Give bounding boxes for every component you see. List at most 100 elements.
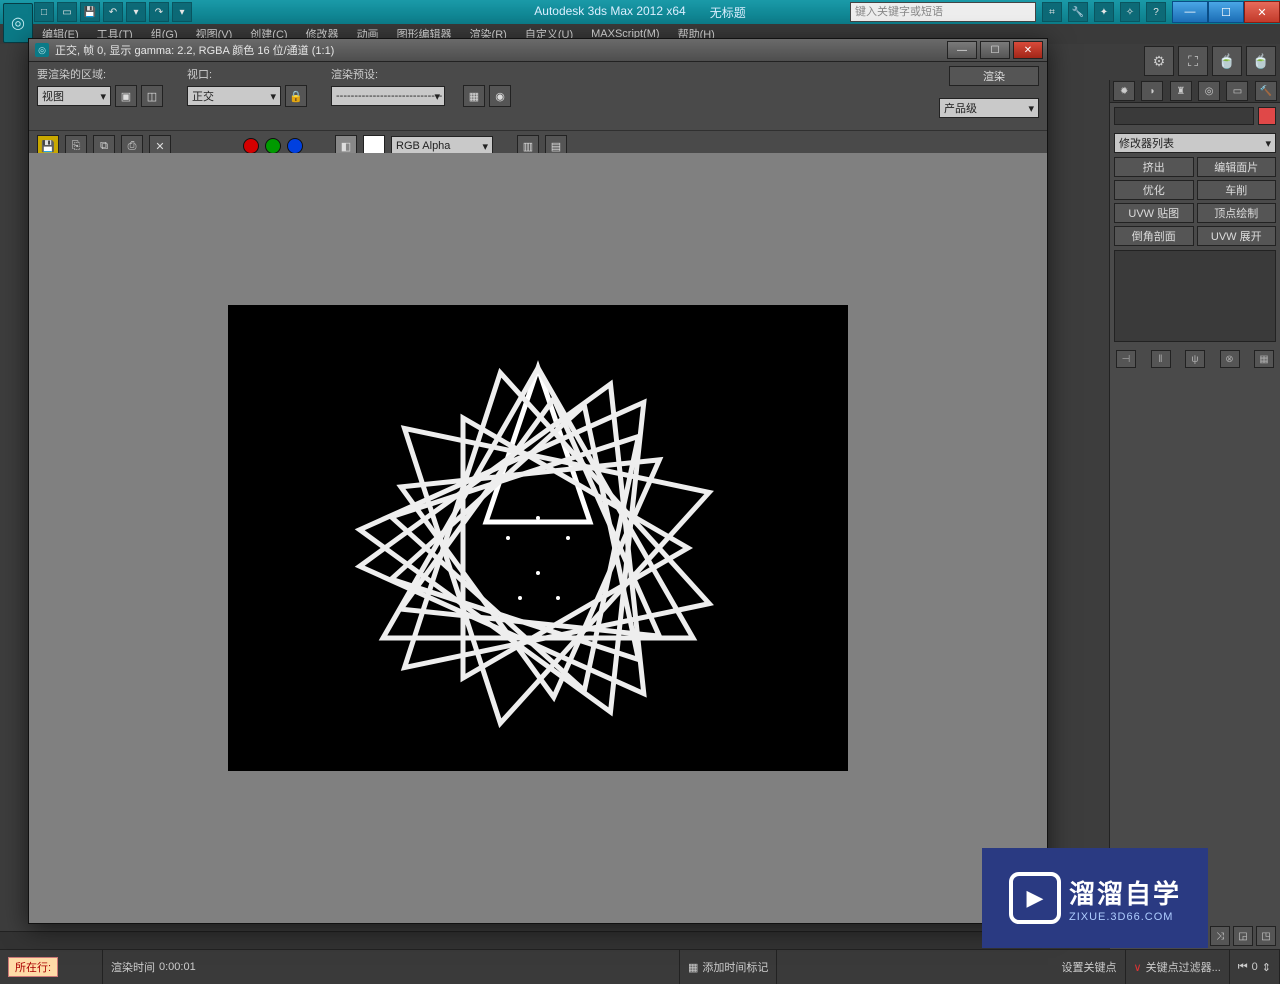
- rw-minimize-button[interactable]: —: [947, 41, 977, 59]
- tool3-icon[interactable]: ✦: [1094, 2, 1114, 22]
- object-name-input[interactable]: [1114, 107, 1254, 125]
- redo-icon[interactable]: ↷: [149, 2, 169, 22]
- help-icon[interactable]: ?: [1146, 2, 1166, 22]
- open-icon[interactable]: ▭: [57, 2, 77, 22]
- title-bar: □ ▭ 💾 ↶ ▾ ↷ ▾ Autodesk 3ds Max 2012 x64 …: [0, 0, 1280, 24]
- save-icon[interactable]: 💾: [80, 2, 100, 22]
- render-viewport[interactable]: [29, 153, 1047, 923]
- key-filter-button[interactable]: 关键点过滤器...: [1146, 959, 1221, 975]
- nav3-icon[interactable]: ◲: [1233, 926, 1253, 946]
- status-bar: 所在行: 渲染时间 0:00:01 ▦ 添加时间标记 设置关键点 ∨ 关键点过滤…: [0, 949, 1280, 984]
- add-marker-label[interactable]: 添加时间标记: [702, 959, 768, 975]
- render-button[interactable]: 渲染: [949, 66, 1039, 86]
- blue-channel-toggle[interactable]: [287, 138, 303, 154]
- render-window-icon: ◎: [35, 43, 49, 57]
- nav4-icon[interactable]: ◳: [1256, 926, 1276, 946]
- render-toolbar: 要渲染的区域: 视图 ▣ ◫ 视口: 正交 🔒 渲染预设: ----------…: [29, 62, 1047, 131]
- watermark-title: 溜溜自学: [1069, 874, 1181, 911]
- render-setup-icon[interactable]: ⚙: [1144, 46, 1174, 76]
- area-auto-icon[interactable]: ◫: [141, 85, 163, 107]
- new-icon[interactable]: □: [34, 2, 54, 22]
- mod-extrude-button[interactable]: 挤出: [1114, 157, 1194, 177]
- mod-lathe-button[interactable]: 车削: [1197, 180, 1277, 200]
- modify-tab-icon[interactable]: ◗: [1141, 81, 1163, 101]
- window-controls: — ☐ ✕: [1172, 1, 1280, 23]
- tool4-icon[interactable]: ✧: [1120, 2, 1140, 22]
- remove-mod-icon[interactable]: ⊗: [1220, 350, 1240, 368]
- redo-drop-icon[interactable]: ▾: [172, 2, 192, 22]
- area-label: 要渲染的区域:: [37, 66, 163, 82]
- utilities-tab-icon[interactable]: 🔨: [1255, 81, 1277, 101]
- play-start-icon[interactable]: ⏮: [1238, 961, 1248, 974]
- title-tool-icons: ⌗ 🔧 ✦ ✧ ?: [1042, 2, 1172, 22]
- key-mode-icon[interactable]: ∨: [1134, 961, 1142, 974]
- object-color-swatch[interactable]: [1258, 107, 1276, 125]
- tool2-icon[interactable]: 🔧: [1068, 2, 1088, 22]
- mod-bevelprofile-button[interactable]: 倒角剖面: [1114, 226, 1194, 246]
- pin-stack-icon[interactable]: ⊣: [1116, 350, 1136, 368]
- minimize-button[interactable]: —: [1172, 1, 1208, 23]
- mod-optimize-button[interactable]: 优化: [1114, 180, 1194, 200]
- unique-icon[interactable]: ψ: [1185, 350, 1205, 368]
- area-edit-icon[interactable]: ▣: [115, 85, 137, 107]
- create-tab-icon[interactable]: ✹: [1113, 81, 1135, 101]
- preset-label: 渲染预设:: [331, 66, 511, 82]
- undo-drop-icon[interactable]: ▾: [126, 2, 146, 22]
- area-dropdown[interactable]: 视图: [37, 86, 111, 106]
- close-button[interactable]: ✕: [1244, 1, 1280, 23]
- configure-icon[interactable]: ▦: [1254, 350, 1274, 368]
- teapot-icon[interactable]: 🍵: [1212, 46, 1242, 76]
- rendered-image: [228, 305, 848, 771]
- modifier-stack[interactable]: [1114, 250, 1276, 342]
- app-menu-button[interactable]: ◎: [3, 3, 33, 43]
- mod-uvwmap-button[interactable]: UVW 贴图: [1114, 203, 1194, 223]
- mod-unwrap-button[interactable]: UVW 展开: [1197, 226, 1277, 246]
- spinner-icon[interactable]: ⇕: [1262, 961, 1271, 974]
- maximize-button[interactable]: ☐: [1208, 1, 1244, 23]
- hierarchy-tab-icon[interactable]: ♜: [1170, 81, 1192, 101]
- viewport-label: 视口:: [187, 66, 307, 82]
- viewport-dropdown[interactable]: 正交: [187, 86, 281, 106]
- marker-icon[interactable]: ▦: [688, 961, 698, 974]
- selected-label: 所在行:: [8, 957, 58, 977]
- modifier-buttons: 挤出 编辑面片 优化 车削 UVW 贴图 顶点绘制 倒角剖面 UVW 展开: [1110, 157, 1280, 246]
- watermark: ▶ 溜溜自学 ZIXUE.3D66.COM: [982, 848, 1208, 948]
- play-icon: ▶: [1009, 872, 1061, 924]
- display-tab-icon[interactable]: ▭: [1226, 81, 1248, 101]
- render-frame-window: ◎ 正交, 帧 0, 显示 gamma: 2.2, RGBA 颜色 16 位/通…: [28, 38, 1048, 924]
- environment-icon[interactable]: ◉: [489, 85, 511, 107]
- mod-vertexpaint-button[interactable]: 顶点绘制: [1197, 203, 1277, 223]
- command-panel-tabs: ✹ ◗ ♜ ◎ ▭ 🔨: [1110, 80, 1280, 103]
- rw-close-button[interactable]: ✕: [1013, 41, 1043, 59]
- watermark-url: ZIXUE.3D66.COM: [1069, 911, 1173, 923]
- viewport-lock-icon[interactable]: 🔒: [285, 85, 307, 107]
- frame-value[interactable]: 0: [1252, 961, 1258, 973]
- nav2-icon[interactable]: ⤨: [1210, 926, 1230, 946]
- search-input[interactable]: 键入关键字或短语: [850, 2, 1036, 22]
- time-slider[interactable]: [0, 931, 1110, 950]
- mod-editpatch-button[interactable]: 编辑面片: [1197, 157, 1277, 177]
- set-key-button[interactable]: 设置关键点: [1062, 959, 1117, 975]
- render-frame-icon[interactable]: ⛶: [1178, 46, 1208, 76]
- render-time-label: 渲染时间: [111, 959, 155, 975]
- render-window-titlebar[interactable]: ◎ 正交, 帧 0, 显示 gamma: 2.2, RGBA 颜色 16 位/通…: [29, 39, 1047, 62]
- green-channel-toggle[interactable]: [265, 138, 281, 154]
- command-panel: ✹ ◗ ♜ ◎ ▭ 🔨 修改器列表 挤出 编辑面片 优化 车削 UVW 贴图 顶…: [1109, 80, 1280, 950]
- render-setup-icon2[interactable]: ▦: [463, 85, 485, 107]
- red-channel-toggle[interactable]: [243, 138, 259, 154]
- show-end-icon[interactable]: ‖: [1151, 350, 1171, 368]
- render-window-title: 正交, 帧 0, 显示 gamma: 2.2, RGBA 颜色 16 位/通道 …: [55, 42, 334, 58]
- stack-toolbar: ⊣ ‖ ψ ⊗ ▦: [1110, 346, 1280, 372]
- motion-tab-icon[interactable]: ◎: [1198, 81, 1220, 101]
- production-dropdown[interactable]: 产品级: [939, 98, 1039, 118]
- modifier-list-dropdown[interactable]: 修改器列表: [1114, 133, 1276, 153]
- preset-dropdown[interactable]: -----------------------------: [331, 86, 445, 106]
- doc-title: 无标题: [710, 4, 746, 21]
- title-text: Autodesk 3ds Max 2012 x64 无标题: [534, 4, 745, 21]
- app-title: Autodesk 3ds Max 2012 x64: [534, 4, 685, 21]
- rw-maximize-button[interactable]: ☐: [980, 41, 1010, 59]
- render-time-value: 0:00:01: [159, 961, 196, 973]
- tool1-icon[interactable]: ⌗: [1042, 2, 1062, 22]
- undo-icon[interactable]: ↶: [103, 2, 123, 22]
- teapot2-icon[interactable]: 🍵: [1246, 46, 1276, 76]
